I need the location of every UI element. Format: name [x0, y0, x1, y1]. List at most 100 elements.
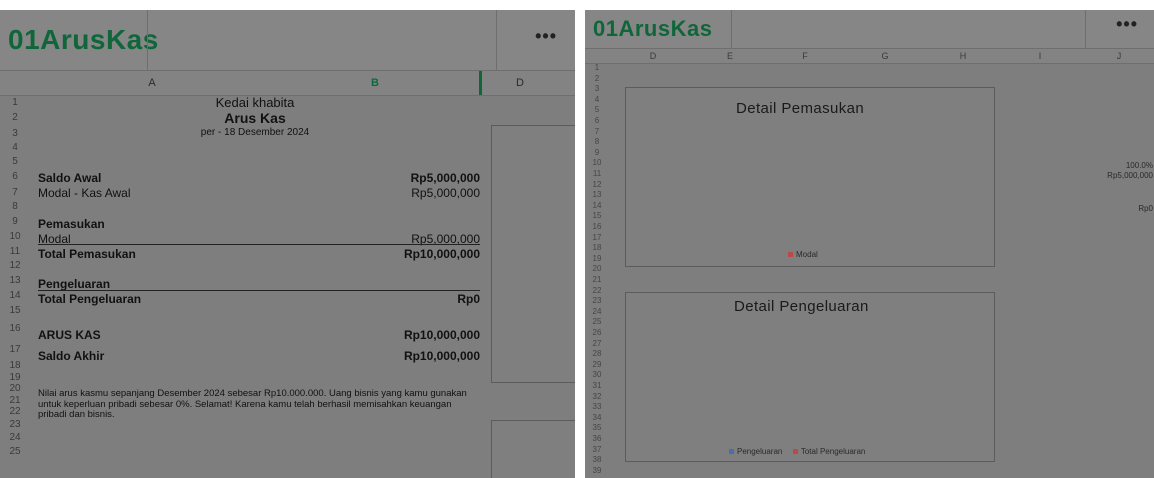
report-title: Arus Kas: [224, 110, 286, 126]
legend-label: Pengeluaran: [737, 447, 783, 456]
row-number[interactable]: 6: [585, 116, 609, 127]
column-header-h[interactable]: H: [960, 51, 967, 61]
chart-frame[interactable]: [491, 125, 575, 383]
column-header-b[interactable]: B: [371, 77, 379, 89]
divider-line: [38, 290, 480, 291]
row-number[interactable]: 22: [0, 406, 30, 418]
title-divider: [496, 10, 497, 70]
row-number[interactable]: 2: [0, 110, 30, 126]
row-number[interactable]: 25: [585, 317, 609, 328]
row-number[interactable]: 14: [0, 288, 30, 304]
row-number[interactable]: 16: [0, 318, 30, 340]
column-header-d[interactable]: D: [516, 77, 524, 89]
column-header-e[interactable]: E: [727, 51, 733, 61]
row-number[interactable]: 25: [0, 445, 30, 459]
side-percent-value: 100.0%: [1125, 161, 1153, 170]
row-number[interactable]: 7: [585, 127, 609, 138]
document-title: 01ArusKas: [8, 24, 159, 55]
row-number[interactable]: 26: [585, 328, 609, 339]
row-number[interactable]: 12: [585, 180, 609, 191]
row-number[interactable]: 16: [585, 222, 609, 233]
row-number[interactable]: 5: [0, 155, 30, 169]
row-number[interactable]: 4: [0, 141, 30, 155]
row-number[interactable]: 24: [0, 431, 30, 445]
row-number[interactable]: 19: [585, 254, 609, 265]
row-number[interactable]: 18: [0, 360, 30, 372]
row-number[interactable]: 23: [585, 296, 609, 307]
more-options-button[interactable]: •••: [1116, 14, 1138, 35]
row-number[interactable]: 11: [0, 244, 30, 259]
row-number[interactable]: 11: [585, 169, 609, 180]
row-number[interactable]: 32: [585, 392, 609, 403]
row-number[interactable]: 36: [585, 434, 609, 445]
row-number[interactable]: 9: [585, 148, 609, 159]
side-rp-value: Rp0: [1138, 204, 1153, 213]
row-number[interactable]: 12: [0, 259, 30, 273]
row-number[interactable]: 30: [585, 370, 609, 381]
row-number[interactable]: 2: [585, 74, 609, 85]
row-number[interactable]: 14: [585, 201, 609, 212]
row-number[interactable]: 13: [585, 190, 609, 201]
row-number[interactable]: 3: [0, 126, 30, 141]
chart-frame[interactable]: [491, 420, 575, 478]
column-header-g[interactable]: G: [881, 51, 888, 61]
row-number[interactable]: 18: [585, 243, 609, 254]
column-header-bar: A B D: [0, 71, 575, 96]
row-number[interactable]: 23: [0, 418, 30, 431]
row-number[interactable]: 20: [585, 264, 609, 275]
chart-legend: Modal: [788, 250, 818, 259]
row-number[interactable]: 21: [585, 275, 609, 286]
legend-swatch: [729, 449, 734, 455]
row-number[interactable]: 34: [585, 413, 609, 424]
row-number[interactable]: 35: [585, 423, 609, 434]
pemasukan-chart[interactable]: Detail Pemasukan Modal: [625, 87, 995, 267]
row-number[interactable]: 31: [585, 381, 609, 392]
chart-legend: Pengeluaran Total Pengeluaran: [729, 447, 865, 456]
legend-swatch: [792, 449, 798, 455]
more-options-button[interactable]: •••: [535, 26, 557, 47]
row-number[interactable]: 10: [585, 158, 609, 169]
row-number[interactable]: 28: [585, 349, 609, 360]
column-header-i[interactable]: I: [1039, 51, 1042, 61]
row-number[interactable]: 7: [0, 185, 30, 200]
column-header-j[interactable]: J: [1117, 51, 1122, 61]
row-number[interactable]: 4: [585, 95, 609, 106]
row-number[interactable]: 1: [585, 63, 609, 74]
row-number[interactable]: 1: [0, 95, 30, 110]
row-number[interactable]: 6: [0, 169, 30, 185]
row-number[interactable]: 33: [585, 402, 609, 413]
row-number[interactable]: 24: [585, 307, 609, 318]
row-number[interactable]: 39: [585, 466, 609, 477]
row-number[interactable]: 9: [0, 214, 30, 229]
side-amount-value: Rp5,000,000: [1107, 171, 1153, 180]
row-number[interactable]: 29: [585, 360, 609, 371]
pengeluaran-label: Pengeluaran: [38, 277, 111, 291]
column-header-d[interactable]: D: [650, 51, 657, 61]
row-number[interactable]: 20: [0, 383, 30, 395]
row-number[interactable]: 5: [585, 105, 609, 116]
row-number[interactable]: 37: [585, 445, 609, 456]
row-number[interactable]: 8: [585, 137, 609, 148]
row-number[interactable]: 3: [585, 84, 609, 95]
row-number[interactable]: 19: [0, 372, 30, 383]
row-number[interactable]: 10: [0, 229, 30, 244]
row-number[interactable]: 17: [585, 233, 609, 244]
row-number[interactable]: 21: [0, 395, 30, 406]
row-number[interactable]: 27: [585, 339, 609, 350]
arus-kas-value: Rp10,000,000: [403, 328, 480, 342]
row-number[interactable]: 38: [585, 455, 609, 466]
total-pengeluaran-value: Rp0: [457, 292, 480, 306]
row-number[interactable]: 8: [0, 200, 30, 214]
row-number[interactable]: 22: [585, 286, 609, 297]
row-number[interactable]: 13: [0, 273, 30, 288]
column-resize-handle[interactable]: [479, 71, 482, 95]
row-number[interactable]: 15: [0, 304, 30, 318]
row-number[interactable]: 15: [585, 211, 609, 222]
column-header-a[interactable]: A: [148, 77, 155, 89]
right-screenshot: 01ArusKas ••• D E F G H I J 1 2 3 4 5 6 7 8 9 10 1…: [585, 10, 1154, 478]
pengeluaran-chart[interactable]: Detail Pengeluaran Pengeluaran Total Pen…: [625, 292, 995, 462]
summary-note-line: Nilai arus kasmu sepanjang Desember 2024…: [38, 388, 467, 399]
column-header-f[interactable]: F: [802, 51, 808, 61]
row-number[interactable]: 17: [0, 340, 30, 360]
arus-kas-label: ARUS KAS: [38, 328, 101, 342]
